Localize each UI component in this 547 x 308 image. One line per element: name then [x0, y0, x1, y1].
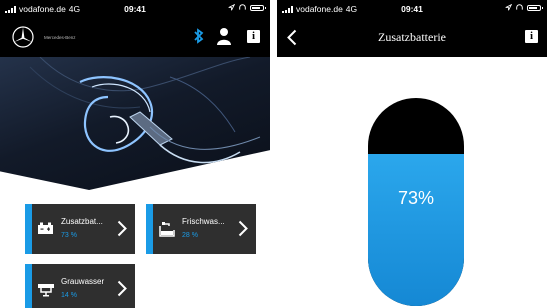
- tile-name: Zusatzbat...: [61, 217, 103, 226]
- tile-percent: 28 %: [182, 232, 198, 239]
- battery-detail-screen: vodafone.de 4G 09:41 Zusatzbatterie i 73…: [277, 0, 547, 308]
- location-icon: [505, 4, 512, 11]
- tile-accent: [25, 264, 32, 308]
- tile-name: Grauwasser: [61, 277, 105, 286]
- gauge-value: 73%: [397, 188, 435, 208]
- info-icon[interactable]: i: [247, 30, 260, 43]
- tile-percent: 73 %: [61, 232, 77, 239]
- tile-name: Frischwas...: [182, 217, 225, 226]
- user-icon[interactable]: [216, 26, 232, 46]
- battery-status-icon: [527, 4, 543, 11]
- hero-charging-image: [0, 57, 270, 190]
- gauge-fill: [368, 154, 464, 306]
- info-icon[interactable]: i: [525, 30, 538, 43]
- greywater-tank-icon: [38, 284, 54, 297]
- battery-level-gauge: 73%: [368, 98, 464, 306]
- tile-percent: 14 %: [61, 292, 77, 299]
- battery-icon: [38, 222, 53, 234]
- status-bar: vodafone.de 4G 09:41: [277, 0, 547, 17]
- tile-accent: [146, 204, 153, 254]
- charging-plug-illustration: [29, 57, 261, 164]
- brand-wordmark: Mercedes-Benz: [44, 35, 76, 40]
- freshwater-tank-icon: [159, 222, 175, 237]
- tile-zusatzbatterie[interactable]: Zusatzbat... 73 %: [25, 204, 135, 254]
- tile-accent: [25, 204, 32, 254]
- chevron-right-icon: [117, 220, 127, 237]
- status-bar: vodafone.de 4G 09:41: [0, 0, 270, 17]
- page-title: Zusatzbatterie: [378, 30, 446, 44]
- bluetooth-icon[interactable]: [192, 26, 206, 46]
- mercedes-star-icon[interactable]: [12, 26, 34, 48]
- detail-nav-bar: Zusatzbatterie i: [277, 17, 547, 57]
- tile-frischwasser[interactable]: Frischwas... 28 %: [146, 204, 256, 254]
- location-icon: [228, 4, 235, 11]
- tile-grauwasser[interactable]: Grauwasser 14 %: [25, 264, 135, 308]
- headphones-icon: [239, 4, 246, 10]
- headphones-icon: [516, 4, 523, 10]
- chevron-right-icon: [117, 280, 127, 297]
- battery-status-icon: [250, 4, 266, 11]
- top-nav-bar: Mercedes-Benz i: [0, 17, 270, 57]
- dashboard-screen: vodafone.de 4G 09:41 Mercedes-Benz i Zus…: [0, 0, 270, 308]
- chevron-right-icon: [238, 220, 248, 237]
